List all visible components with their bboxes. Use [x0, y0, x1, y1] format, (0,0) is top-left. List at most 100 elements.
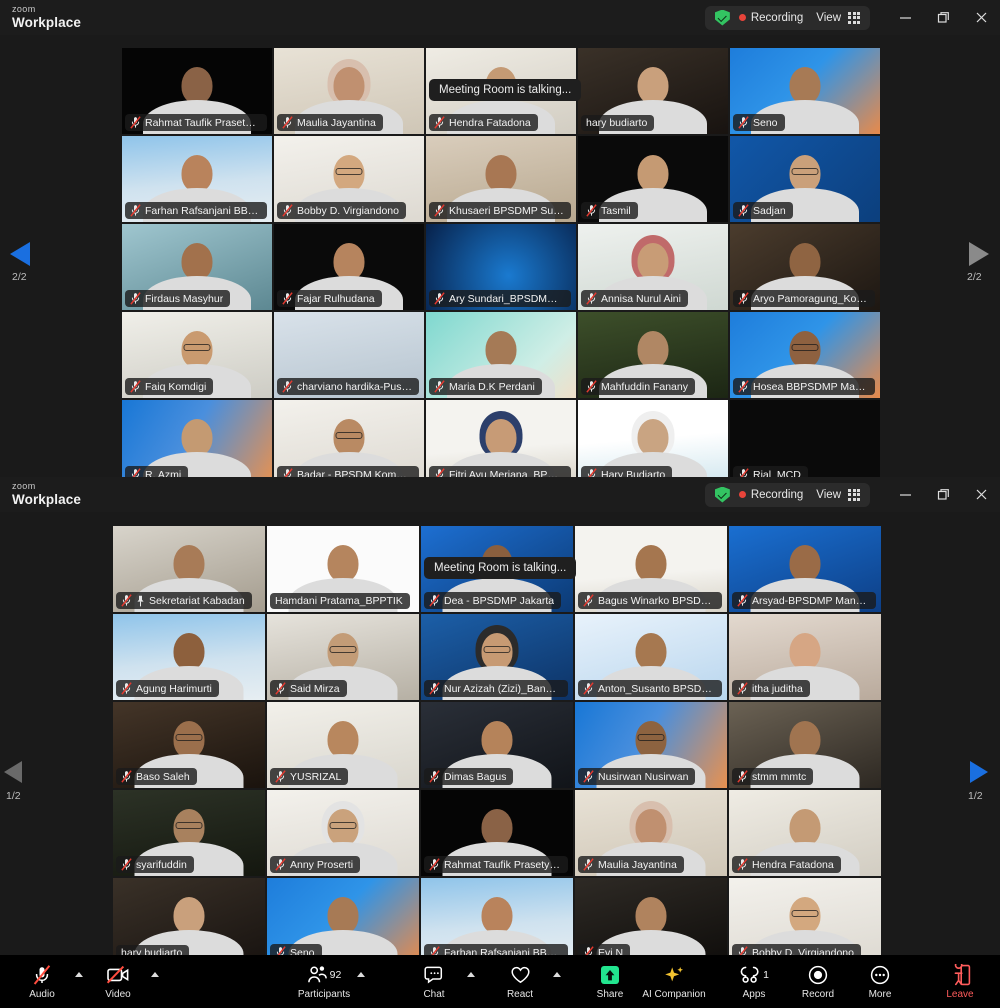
next-page-arrow-top[interactable] [967, 240, 991, 268]
view-label: View [816, 488, 841, 501]
participant-name: Hosea BBPSDMP Makassar [753, 380, 868, 393]
chevron-up-icon[interactable] [548, 955, 566, 1008]
participant-tile[interactable]: Baso Saleh [113, 702, 265, 788]
participant-tile[interactable]: charviano hardika-Pusdiklat... [274, 312, 424, 398]
toolbar-item-label: AI Companion [642, 988, 706, 1000]
participant-tile[interactable]: Rahmat Taufik Prasetyo_Ko... [421, 790, 573, 876]
view-selector-bottom[interactable]: View [816, 488, 860, 501]
participant-name-badge: Maulia Jayantina [578, 856, 684, 873]
next-page-arrow-bottom[interactable] [968, 759, 990, 785]
participant-tile[interactable]: Anny Proserti [267, 790, 419, 876]
chevron-up-icon[interactable] [352, 955, 370, 1008]
gallery-top: Rahmat Taufik Prasetyo_Ko... Maulia Jayan… [0, 35, 1000, 486]
toolbar-apps-button[interactable]: 1 Apps [726, 955, 782, 1008]
participant-name: Agung Harimurti [136, 682, 212, 695]
participant-name-badge: Seno [733, 114, 785, 131]
toolbar-video-button[interactable]: Video [90, 955, 146, 1008]
chevron-up-icon[interactable] [462, 955, 480, 1008]
minimize-icon[interactable] [886, 0, 924, 35]
participant-tile[interactable]: Ary Sundari_BPSDMP Jakarta [426, 224, 576, 310]
participant-tile[interactable]: Farhan Rafsanjani BBPSDMP... [421, 878, 573, 964]
participant-tile[interactable]: Maria D.K Perdani [426, 312, 576, 398]
participant-tile[interactable]: Hary Budiarto [578, 400, 728, 486]
participant-tile[interactable]: Maulia Jayantina [274, 48, 424, 134]
participant-tile[interactable]: Anton_Susanto BPSDMP Yo... [575, 614, 727, 700]
participant-tile[interactable]: Fajar Rulhudana [274, 224, 424, 310]
participant-tile[interactable]: R. Azmi [122, 400, 272, 486]
prev-page-arrow-top[interactable] [8, 240, 32, 268]
recording-indicator-bottom[interactable]: Recording [738, 489, 803, 501]
participant-tile[interactable]: Seno [267, 878, 419, 964]
titlebar-top: zoom Workplace Recording View [0, 0, 1000, 35]
participant-tile[interactable]: Bobby D. Virgiandono [729, 878, 881, 964]
minimize-icon[interactable] [886, 477, 924, 512]
participant-tile[interactable]: Said Mirza [267, 614, 419, 700]
participant-tile[interactable]: Hamdani Pratama_BPPTIK [267, 526, 419, 612]
participant-tile[interactable]: Annisa Nurul Aini [578, 224, 728, 310]
microphone-muted-icon [583, 858, 594, 871]
toolbar-leave-button[interactable]: Leave [932, 955, 988, 1008]
participant-name-badge: Sekretariat Kabadan [116, 592, 252, 609]
participant-name: hary budiarto [586, 117, 648, 129]
participant-tile[interactable]: Sekretariat Kabadan [113, 526, 265, 612]
participant-tile[interactable]: Sadjan [730, 136, 880, 222]
restore-icon[interactable] [924, 477, 962, 512]
close-icon[interactable] [962, 0, 1000, 35]
shield-check-icon[interactable] [714, 486, 730, 503]
chevron-up-icon[interactable] [146, 955, 164, 1008]
participant-name: Bobby D. Virgiandono [297, 204, 399, 217]
toolbar-record-button[interactable]: Record [790, 955, 846, 1008]
prev-page-arrow-bottom[interactable] [2, 759, 24, 785]
toolbar-react-button[interactable]: React [492, 955, 548, 1008]
recording-indicator-top[interactable]: Recording [738, 12, 803, 24]
toolbar-ai-companion-button[interactable]: AI Companion [642, 955, 706, 1008]
restore-icon[interactable] [924, 0, 962, 35]
participant-tile[interactable]: syarifuddin [113, 790, 265, 876]
chevron-up-icon[interactable] [70, 955, 88, 1008]
participant-tile[interactable]: Nusirwan Nusirwan [575, 702, 727, 788]
participant-tile[interactable]: Mahfuddin Fanany [578, 312, 728, 398]
participant-name-badge: Dea - BPSDMP Jakarta [424, 592, 562, 609]
toolbar-audio-button[interactable]: Audio [14, 955, 70, 1008]
participant-tile[interactable]: Evi N [575, 878, 727, 964]
microphone-muted-icon [130, 292, 141, 305]
participant-tile[interactable]: Khusaeri BPSDMP Surabaya [426, 136, 576, 222]
participant-tile[interactable]: Faiq Komdigi [122, 312, 272, 398]
participant-tile[interactable]: Nur Azizah (Zizi)_Bandung [421, 614, 573, 700]
participant-tile[interactable]: itha juditha [729, 614, 881, 700]
participant-tile[interactable]: Aryo Pamoragung_Komdigi [730, 224, 880, 310]
talking-toast-top: Meeting Room is talking... [429, 79, 582, 101]
participant-tile[interactable]: Agung Harimurti [113, 614, 265, 700]
toolbar-participants-button[interactable]: 92 Participants [296, 955, 352, 1008]
participant-tile[interactable]: Farhan Rafsanjani BBPSDMP [122, 136, 272, 222]
participant-tile[interactable]: YUSRIZAL [267, 702, 419, 788]
participant-tile[interactable]: Rahmat Taufik Prasetyo_Ko... [122, 48, 272, 134]
share-screen-icon [600, 964, 620, 987]
toolbar-share-button[interactable]: Share [582, 955, 638, 1008]
participant-name-badge: Rahmat Taufik Prasetyo_Ko... [125, 114, 267, 131]
shield-check-icon[interactable] [714, 9, 730, 26]
participant-tile[interactable]: Bobby D. Virgiandono [274, 136, 424, 222]
participant-tile[interactable]: Arsyad-BPSDMP Manado [729, 526, 881, 612]
participant-tile[interactable]: Hendra Fatadona [729, 790, 881, 876]
participant-tile[interactable]: Maulia Jayantina [575, 790, 727, 876]
participant-tile[interactable]: hary budiarto [578, 48, 728, 134]
participant-tile[interactable]: hary budiarto [113, 878, 265, 964]
participant-tile[interactable]: Badar - BPSDM Komdigi [274, 400, 424, 486]
close-icon[interactable] [962, 477, 1000, 512]
participant-tile[interactable]: Hosea BBPSDMP Makassar [730, 312, 880, 398]
toolbar-chat-button[interactable]: Chat [406, 955, 462, 1008]
view-label: View [816, 11, 841, 24]
participant-tile[interactable]: Fitri Ayu Meriana_BPSDMP ... [426, 400, 576, 486]
microphone-muted-icon [737, 770, 748, 783]
participant-tile[interactable]: Seno [730, 48, 880, 134]
participant-tile[interactable]: Rial_MCD [730, 400, 880, 486]
participant-name-badge: Anny Proserti [270, 856, 361, 873]
participant-tile[interactable]: Tasmil [578, 136, 728, 222]
participant-tile[interactable]: Dimas Bagus [421, 702, 573, 788]
participant-tile[interactable]: Firdaus Masyhur [122, 224, 272, 310]
participant-tile[interactable]: Bagus Winarko BPSDMP Sur... [575, 526, 727, 612]
view-selector-top[interactable]: View [816, 11, 860, 24]
toolbar-more-button[interactable]: More [852, 955, 908, 1008]
participant-tile[interactable]: stmm mmtc [729, 702, 881, 788]
